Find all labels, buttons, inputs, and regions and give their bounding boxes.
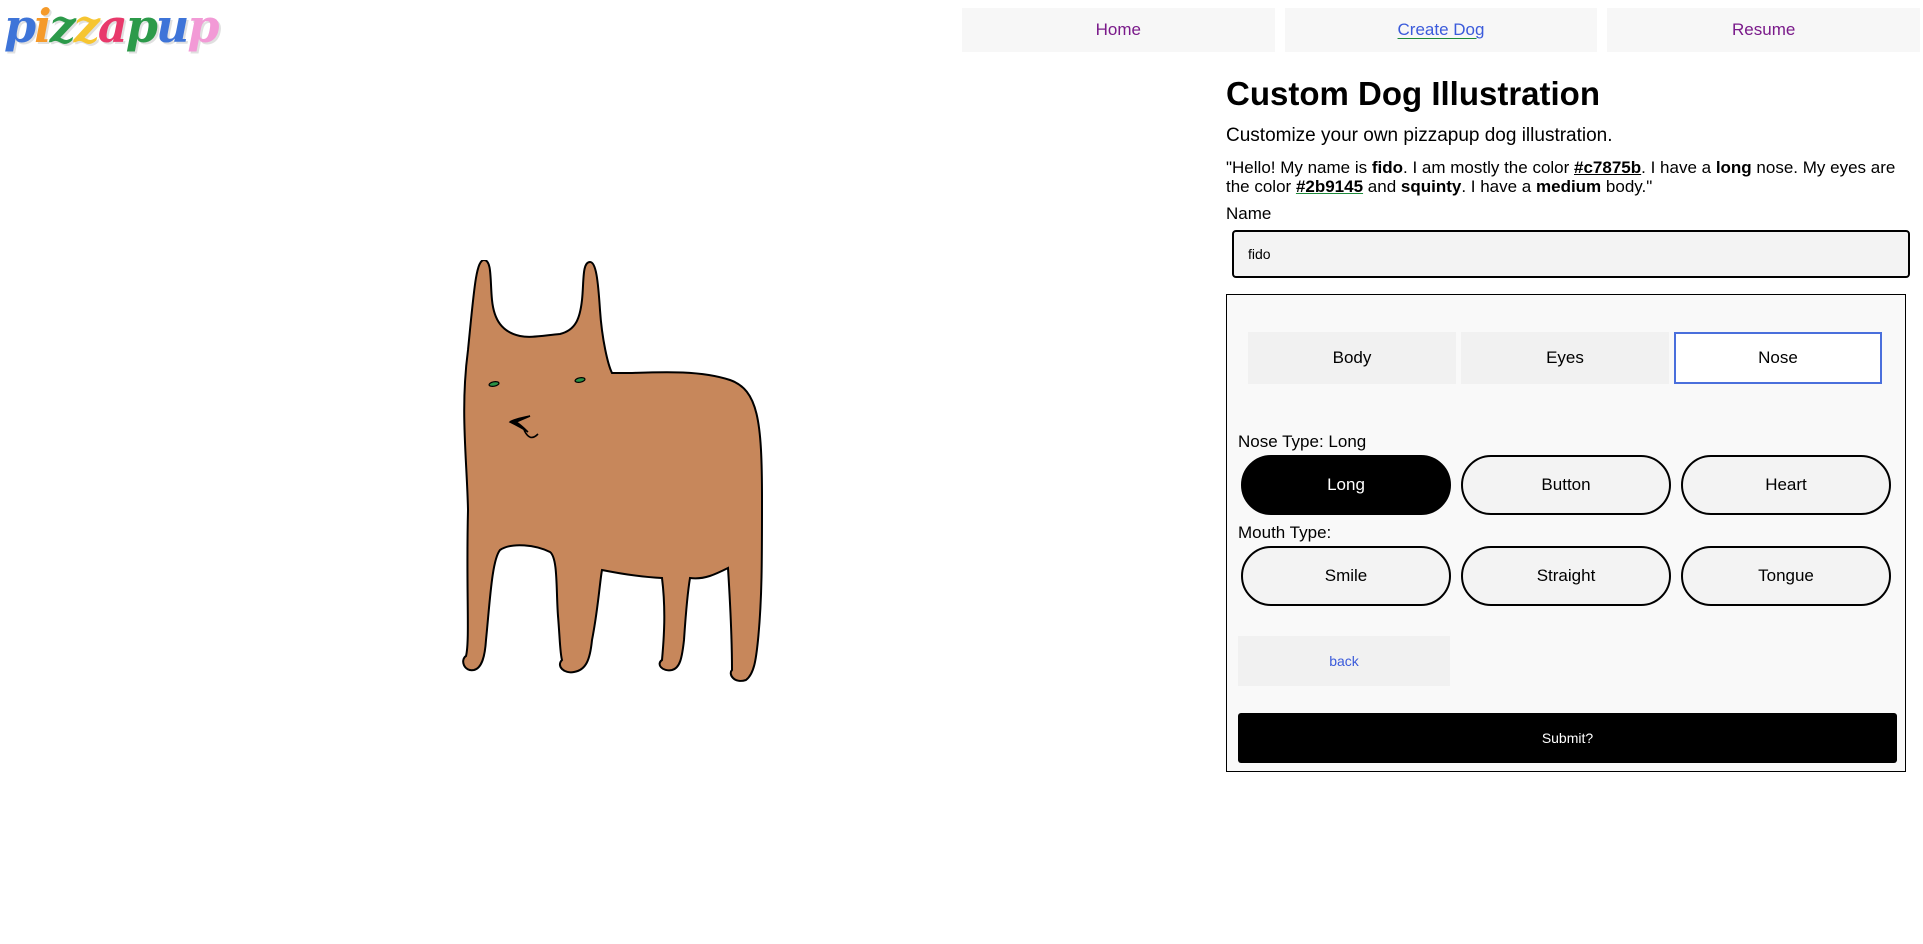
page-title: Custom Dog Illustration [1226,75,1600,112]
nav-home[interactable]: Home [962,8,1275,52]
dog-description: "Hello! My name is fido. I am mostly the… [1226,158,1908,196]
options-box: Body Eyes Nose Nose Type: Long Long Butt… [1226,294,1906,772]
desc-dog-color[interactable]: #c7875b [1574,158,1641,177]
nose-option-heart[interactable]: Heart [1681,455,1891,515]
pizzapup-logo[interactable]: pizzapup [4,0,220,53]
mouth-option-straight[interactable]: Straight [1461,546,1671,606]
logo-letter: a [97,0,128,53]
logo-letter: p [4,0,36,53]
nose-type-label: Nose Type: Long [1238,432,1367,451]
desc-body: medium [1536,177,1602,196]
desc-eye-color[interactable]: #2b9145 [1296,177,1363,196]
tab-body[interactable]: Body [1248,332,1456,384]
logo-letter: z [49,0,76,53]
desc-name: fido [1371,158,1404,177]
top-nav: Home Create Dog Resume [962,8,1921,52]
nose-option-long[interactable]: Long [1241,455,1451,515]
logo-letter: p [187,0,219,53]
mouth-option-tongue[interactable]: Tongue [1681,546,1891,606]
logo-letter: p [125,0,158,53]
nav-create-dog[interactable]: Create Dog [1284,8,1598,52]
desc-nose: long [1715,158,1752,177]
mouth-options: Smile Straight Tongue [1241,546,1891,606]
tab-nose[interactable]: Nose [1674,332,1882,384]
nose-option-button[interactable]: Button [1461,455,1671,515]
customize-panel: Custom Dog Illustration Customize your o… [1226,74,1910,278]
desc-text: . I am mostly the color [1403,158,1575,177]
back-button[interactable]: back [1238,636,1450,686]
desc-text: body." [1601,177,1653,196]
tab-eyes[interactable]: Eyes [1461,332,1669,384]
name-label: Name [1226,204,1272,223]
desc-text: and [1363,177,1401,196]
page-subtitle: Customize your own pizzapup dog illustra… [1226,125,1613,146]
logo-letter: i [34,0,52,53]
desc-text: . I have a [1641,158,1716,177]
desc-text: "Hello! My name is [1226,158,1372,177]
logo-letter: z [73,0,100,53]
dog-body [462,260,764,682]
name-input[interactable] [1232,230,1910,278]
desc-eye-type: squinty [1400,177,1462,196]
mouth-type-label: Mouth Type: [1238,523,1332,542]
option-tabs: Body Eyes Nose [1248,332,1882,384]
desc-text: . I have a [1461,177,1536,196]
submit-button[interactable]: Submit? [1238,713,1897,763]
logo-letter: u [155,0,189,53]
mouth-option-smile[interactable]: Smile [1241,546,1451,606]
nav-resume[interactable]: Resume [1607,8,1921,52]
nose-options: Long Button Heart [1241,455,1891,515]
dog-illustration [462,260,764,682]
